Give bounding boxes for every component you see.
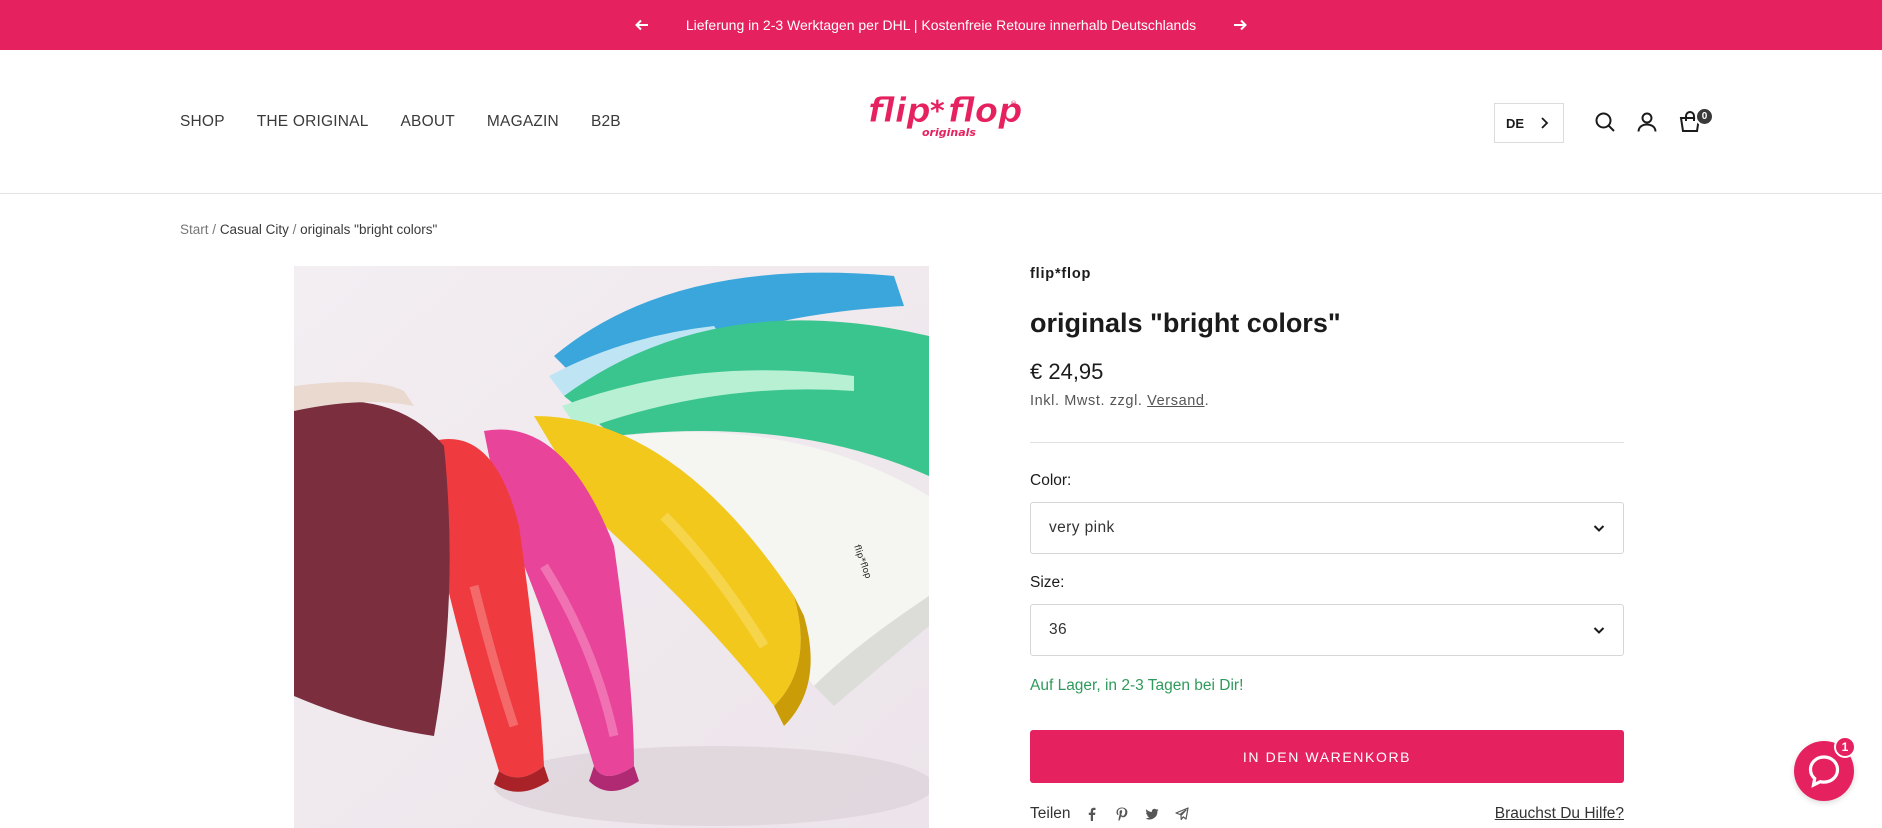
color-select[interactable]: very pink	[1030, 502, 1624, 554]
arrow-right-icon[interactable]	[1230, 15, 1250, 35]
svg-text:originals: originals	[922, 126, 976, 139]
pinterest-icon[interactable]	[1113, 805, 1131, 823]
share-label: Teilen	[1030, 805, 1071, 822]
chat-notification-badge: 1	[1834, 736, 1856, 758]
tax-info: Inkl. Mwst. zzgl. Versand.	[1030, 393, 1209, 409]
product-vendor[interactable]: flip*flop	[1030, 266, 1091, 282]
telegram-icon[interactable]	[1173, 805, 1191, 823]
chat-bubble-icon	[1808, 755, 1840, 788]
add-to-cart-button[interactable]: IN DEN WARENKORB	[1030, 730, 1624, 783]
breadcrumb: Start / Casual City / originals "bright …	[180, 222, 437, 237]
divider	[1030, 442, 1624, 443]
product-image[interactable]: flip*flop	[294, 266, 929, 828]
share-row: Teilen	[1030, 805, 1191, 823]
tax-prefix: Inkl. Mwst. zzgl.	[1030, 393, 1148, 409]
breadcrumb-current: originals "bright colors"	[300, 222, 438, 237]
search-icon[interactable]	[1594, 111, 1618, 135]
nav-item-magazin[interactable]: MAGAZIN	[487, 113, 559, 131]
help-link[interactable]: Brauchst Du Hilfe?	[1495, 805, 1624, 823]
size-select[interactable]: 36	[1030, 604, 1624, 656]
cart-count-badge: 0	[1695, 107, 1714, 126]
site-header: SHOP THE ORIGINAL ABOUT MAGAZIN B2B flip…	[0, 50, 1882, 194]
breadcrumb-separator: /	[212, 222, 217, 237]
breadcrumb-separator: /	[292, 222, 297, 237]
product-price: € 24,95	[1030, 359, 1104, 384]
stock-status: Auf Lager, in 2-3 Tagen bei Dir!	[1030, 677, 1244, 694]
language-code: DE	[1506, 115, 1525, 131]
facebook-icon[interactable]	[1083, 805, 1101, 823]
svg-text:flop: flop	[948, 91, 1022, 131]
breadcrumb-casual-city[interactable]: Casual City	[220, 222, 289, 237]
main-nav: SHOP THE ORIGINAL ABOUT MAGAZIN B2B	[180, 113, 621, 131]
announcement-text: Lieferung in 2-3 Werktagen per DHL | Kos…	[685, 17, 1197, 33]
tax-suffix: .	[1204, 393, 1210, 409]
svg-text:*: *	[930, 94, 945, 127]
chevron-right-icon	[1541, 117, 1549, 129]
svg-text:flip: flip	[868, 91, 931, 131]
size-label: Size:	[1030, 574, 1065, 591]
color-label: Color:	[1030, 472, 1072, 489]
breadcrumb-start[interactable]: Start	[180, 222, 209, 237]
chevron-down-icon	[1593, 627, 1605, 634]
arrow-left-icon[interactable]	[632, 15, 652, 35]
nav-item-the-original[interactable]: THE ORIGINAL	[257, 113, 369, 131]
nav-item-about[interactable]: ABOUT	[401, 113, 455, 131]
svg-text:®: ®	[1010, 100, 1017, 108]
nav-item-shop[interactable]: SHOP	[180, 113, 225, 131]
color-select-value: very pink	[1049, 519, 1115, 536]
brand-logo[interactable]: flip * flop originals ®	[862, 88, 1023, 144]
announcement-bar: Lieferung in 2-3 Werktagen per DHL | Kos…	[0, 0, 1882, 50]
product-title: originals "bright colors"	[1030, 308, 1341, 338]
twitter-icon[interactable]	[1143, 805, 1161, 823]
size-select-value: 36	[1049, 621, 1068, 638]
flip-flops-photo: flip*flop	[294, 266, 929, 828]
account-icon[interactable]	[1636, 111, 1660, 135]
shipping-link[interactable]: Versand	[1147, 393, 1204, 409]
nav-item-b2b[interactable]: B2B	[591, 113, 621, 131]
language-selector[interactable]: DE	[1494, 103, 1564, 143]
chevron-down-icon	[1593, 525, 1605, 532]
